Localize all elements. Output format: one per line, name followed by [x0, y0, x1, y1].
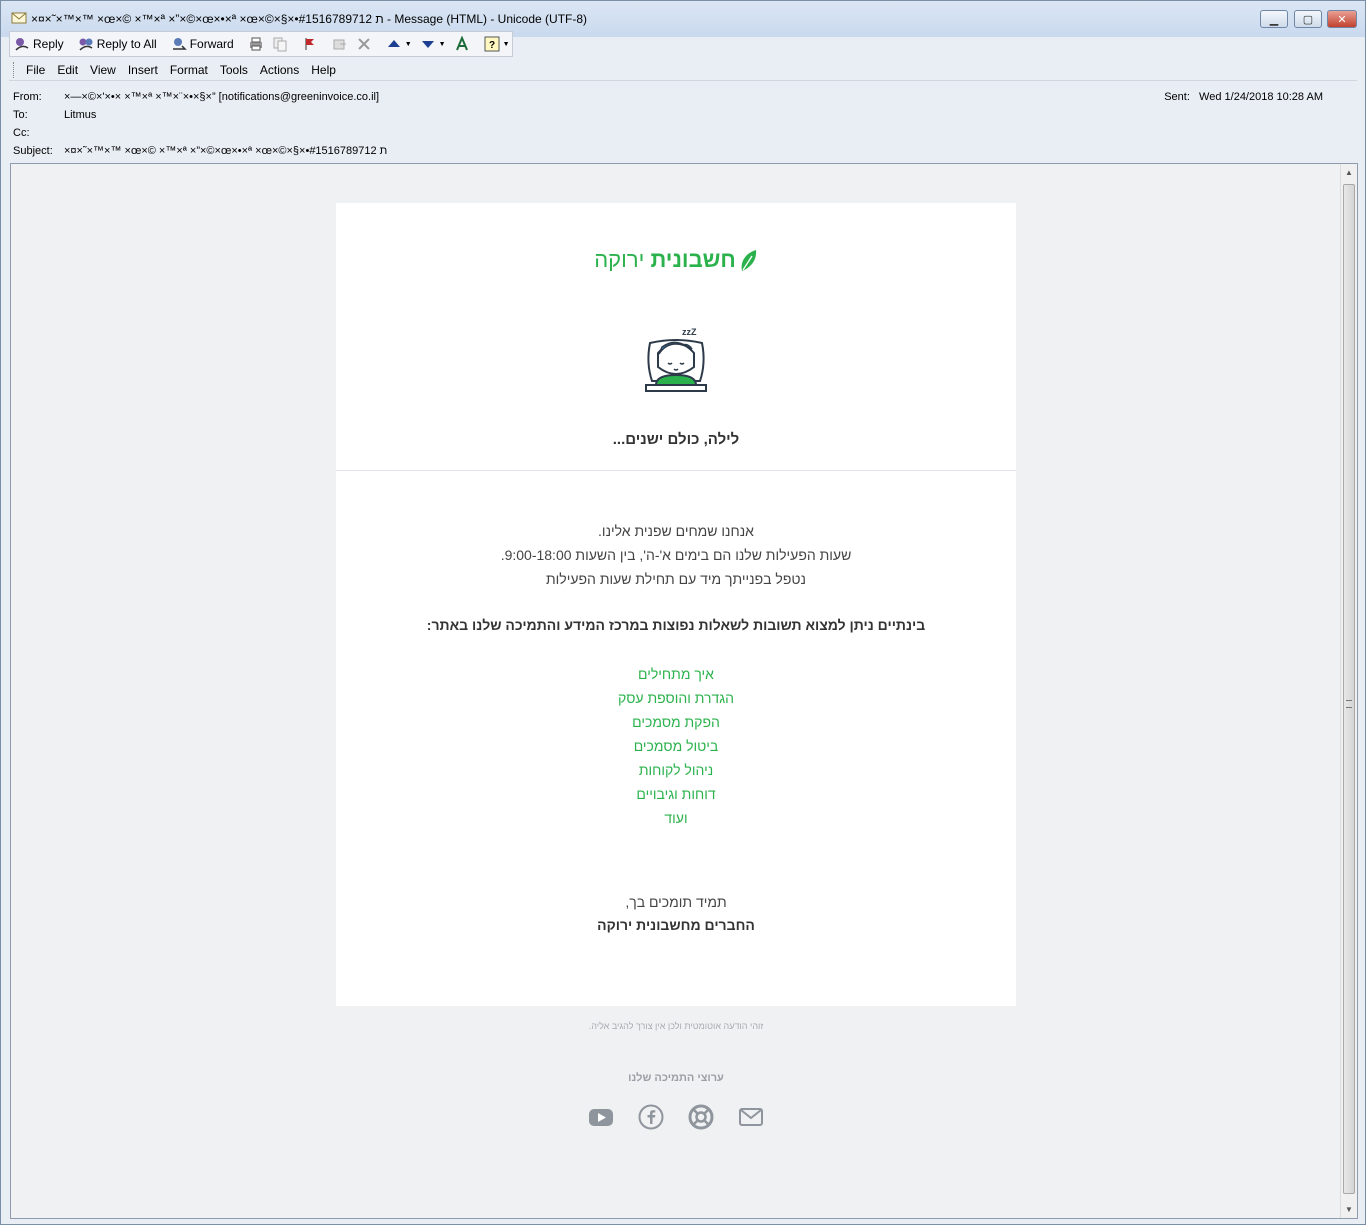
reply-all-label: Reply to All	[96, 37, 157, 51]
subject-value: ×¤×˜×™×™ ×œ×© ×™×ª ×”×©×œ×•×ª ×œ×©×§×•ת …	[64, 145, 388, 157]
address-book-button[interactable]	[450, 33, 474, 55]
reply-all-icon	[79, 38, 93, 51]
chevron-down-icon: ▼	[502, 40, 510, 48]
from-value[interactable]: ×—×©×'×•× ×™×ª ×™×¨×•×§×” [notifications…	[64, 91, 379, 103]
menu-grip	[13, 61, 16, 78]
sent-value: Wed 1/24/2018 10:28 AM	[1199, 91, 1323, 103]
chevron-down-icon: ▼	[438, 40, 446, 48]
help-button[interactable]: ? ▼	[480, 33, 514, 55]
signoff: תמיד תומכים בך,	[625, 894, 727, 910]
logo-bold-text: חשבונית	[650, 247, 736, 272]
flag-button[interactable]	[298, 33, 322, 55]
email-icon[interactable]	[738, 1104, 764, 1130]
body-line-2: שעות הפעילות שלנו הם בימים א'-ה', בין הש…	[500, 547, 852, 563]
to-label: To:	[13, 109, 28, 121]
facebook-icon[interactable]	[638, 1104, 664, 1130]
flag-icon	[305, 38, 314, 50]
menu-format[interactable]: Format	[164, 63, 214, 77]
next-item-button[interactable]: ▼	[416, 33, 450, 55]
signature: החברים מחשבונית ירוקה	[597, 917, 755, 933]
minimize-button[interactable]: ▁	[1260, 10, 1288, 28]
maximize-button[interactable]: ▢	[1294, 10, 1322, 28]
scroll-thumb[interactable]	[1343, 184, 1355, 1194]
menu-tools[interactable]: Tools	[214, 63, 254, 77]
forward-icon	[172, 38, 187, 50]
link-more[interactable]: ועוד	[336, 810, 1016, 826]
menu-actions[interactable]: Actions	[254, 63, 305, 77]
link-business-setup[interactable]: הגדרת והוספת עסק	[336, 690, 1016, 706]
body-line-1: אנחנו שמחים שפנית אלינו.	[598, 523, 754, 539]
link-cancel-documents[interactable]: ביטול מסמכים	[336, 738, 1016, 754]
vertical-scrollbar[interactable]: ▲ ▼	[1340, 164, 1357, 1218]
sent-label: Sent:	[1164, 91, 1190, 103]
reply-button[interactable]: Reply	[10, 33, 68, 55]
link-getting-started[interactable]: איך מתחילים	[336, 666, 1016, 682]
help-icon: ?	[484, 36, 500, 52]
delete-button[interactable]	[352, 33, 376, 55]
brand-logo[interactable]: חשבונית ירוקה	[336, 247, 1016, 273]
lifebuoy-support-icon[interactable]	[688, 1104, 714, 1130]
arrow-down-icon	[421, 41, 434, 48]
email-heading: לילה, כולם ישנים...	[612, 431, 740, 448]
address-book-icon	[455, 36, 468, 51]
leaf-icon	[741, 250, 756, 272]
cc-label: Cc:	[13, 127, 30, 139]
subject-label: Subject:	[13, 145, 53, 157]
logo-light-text: ירוקה	[594, 247, 645, 272]
menu-insert[interactable]: Insert	[122, 63, 164, 77]
forward-button[interactable]: Forward	[167, 33, 238, 55]
svg-text:?: ?	[489, 40, 495, 51]
close-button[interactable]: ✕	[1327, 10, 1357, 28]
print-button[interactable]	[244, 33, 268, 55]
to-value[interactable]: Litmus	[64, 109, 96, 121]
auto-message-note: זוהי הודעה אוטומטית ולכן אין צורך להגיב …	[588, 1021, 764, 1031]
heading-divider	[336, 470, 1016, 471]
link-issue-documents[interactable]: הפקת מסמכים	[336, 714, 1016, 730]
sleeping-person-illustration: zzZ	[645, 327, 707, 392]
menu-view[interactable]: View	[84, 63, 122, 77]
menu-edit[interactable]: Edit	[51, 63, 84, 77]
from-label: From:	[13, 91, 42, 103]
menu-file[interactable]: File	[20, 63, 51, 77]
link-customer-management[interactable]: ניהול לקוחות	[336, 762, 1016, 778]
link-reports-backups[interactable]: דוחות וגיבויים	[336, 786, 1016, 802]
window-title: ×¤×˜×™×™ ×œ×© ×™×ª ×”×©×œ×•×ª ×œ×©×§×•ת …	[31, 12, 588, 26]
move-to-folder-icon	[333, 39, 346, 50]
reply-all-button[interactable]: Reply to All	[74, 33, 161, 55]
message-body-pane[interactable]: חשבונית ירוקה zzZ לילה, כולם ישנים... אנ…	[10, 163, 1358, 1219]
support-channels-title: ערוצי התמיכה שלנו	[628, 1072, 724, 1084]
printer-icon	[249, 37, 262, 51]
copy-icon	[273, 37, 287, 52]
delete-x-icon	[358, 38, 370, 50]
arrow-up-icon	[387, 40, 400, 47]
message-window: ×¤×˜×™×™ ×œ×© ×™×ª ×”×©×œ×•×ª ×œ×©×§×•ת …	[0, 0, 1366, 1225]
reply-icon	[15, 38, 29, 51]
toolbar: Reply Reply to All Forward ▼ ▼ ? ▼	[9, 31, 513, 57]
menu-bar: File Edit View Insert Format Tools Actio…	[9, 59, 1357, 81]
forward-label: Forward	[189, 37, 234, 51]
email-card: חשבונית ירוקה zzZ לילה, כולם ישנים... אנ…	[336, 203, 1016, 1006]
move-button[interactable]	[328, 33, 352, 55]
chevron-down-icon: ▼	[404, 40, 412, 48]
youtube-icon[interactable]	[588, 1104, 614, 1130]
scroll-up-arrow[interactable]: ▲	[1341, 164, 1357, 181]
body-line-3: נטפל בפנייתך מיד עם תחילת שעות הפעילות	[546, 571, 806, 587]
menu-help[interactable]: Help	[305, 63, 342, 77]
scroll-thumb-grip	[1346, 700, 1352, 708]
scroll-down-arrow[interactable]: ▼	[1341, 1201, 1357, 1218]
sent-row: Sent: Wed 1/24/2018 10:28 AM	[1164, 91, 1323, 103]
envelope-icon	[11, 12, 27, 24]
reply-label: Reply	[33, 37, 64, 51]
copy-button[interactable]	[268, 33, 292, 55]
previous-item-button[interactable]: ▼	[382, 33, 416, 55]
faq-intro: בינתיים ניתן למצוא תשובות לשאלות נפוצות …	[426, 617, 926, 633]
svg-text:zzZ: zzZ	[682, 327, 697, 337]
